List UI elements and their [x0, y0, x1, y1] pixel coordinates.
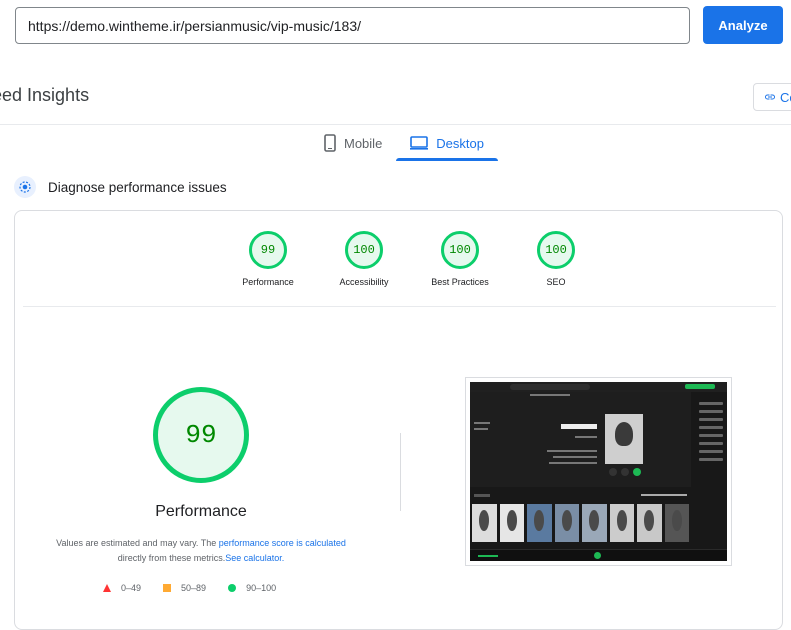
- legend-pass: 90–100: [228, 583, 276, 593]
- screenshot-topbar: [470, 382, 727, 392]
- monitor-icon: [410, 136, 429, 150]
- tab-mobile-label: Mobile: [344, 135, 383, 151]
- square-icon: [163, 584, 172, 592]
- circle-icon: [228, 584, 237, 592]
- gauge-seo[interactable]: 100 SEO: [508, 231, 604, 287]
- card-divider: [23, 306, 776, 307]
- report-card: 99 Performance 100 Accessibility 100 Bes…: [14, 210, 783, 630]
- see-calculator-link[interactable]: See calculator.: [225, 553, 284, 563]
- copy-link-label: Co: [780, 89, 791, 105]
- tab-desktop-label: Desktop: [436, 135, 484, 151]
- url-input[interactable]: [15, 7, 690, 44]
- gauge-label: Performance: [242, 277, 294, 287]
- vertical-separator: [400, 433, 401, 511]
- analyze-button[interactable]: Analyze: [703, 6, 783, 44]
- gauge-accessibility[interactable]: 100 Accessibility: [316, 231, 412, 287]
- smartphone-icon: [324, 134, 336, 152]
- legend-fail: 0–49: [103, 583, 141, 593]
- gauge-score: 100: [441, 231, 479, 269]
- gauge-label: Accessibility: [339, 277, 389, 287]
- note-text-2: directly from these metrics.: [117, 553, 226, 563]
- diagnose-title: Diagnose performance issues: [48, 179, 227, 195]
- screenshot-player-bar: [470, 549, 727, 561]
- score-gauges: 99 Performance 100 Accessibility 100 Bes…: [220, 231, 604, 287]
- copy-link-button[interactable]: Co: [753, 83, 791, 111]
- legend-range: 90–100: [246, 583, 277, 593]
- gauge-label: SEO: [546, 277, 566, 287]
- tab-mobile[interactable]: Mobile: [310, 125, 396, 161]
- legend-range: 0–49: [121, 583, 142, 593]
- performance-big-label: Performance: [155, 503, 247, 520]
- screenshot-sidebar: [691, 392, 727, 549]
- url-bar: Analyze: [0, 0, 791, 58]
- legend-range: 50–89: [181, 583, 207, 593]
- device-tabs: Mobile Desktop: [310, 125, 498, 161]
- screenshot-thumbnails: [470, 504, 691, 542]
- page-title: eed Insights: [0, 85, 90, 105]
- gauge-score: 100: [537, 231, 575, 269]
- score-legend: 0–49 50–89 90–100: [103, 583, 276, 593]
- triangle-icon: [103, 584, 111, 592]
- gauge-label: Best Practices: [431, 277, 489, 287]
- screenshot-image: [470, 382, 727, 561]
- screenshot-hero: [470, 392, 691, 487]
- diagnose-section-header: Diagnose performance issues: [14, 176, 227, 198]
- performance-score-link[interactable]: performance score is calculated: [219, 538, 346, 548]
- gauge-score: 100: [345, 231, 383, 269]
- note-text: Values are estimated and may vary. The: [56, 538, 219, 548]
- diagnose-icon: [14, 176, 36, 198]
- performance-big-gauge: 99: [153, 387, 249, 483]
- gauge-performance[interactable]: 99 Performance: [220, 231, 316, 287]
- legend-average: 50–89: [163, 583, 206, 593]
- gauge-score: 99: [249, 231, 287, 269]
- final-screenshot-thumbnail[interactable]: [465, 377, 732, 566]
- performance-note: Values are estimated and may vary. The p…: [35, 536, 367, 566]
- gauge-best-practices[interactable]: 100 Best Practices: [412, 231, 508, 287]
- link-icon: [765, 94, 775, 100]
- tab-desktop[interactable]: Desktop: [396, 125, 498, 161]
